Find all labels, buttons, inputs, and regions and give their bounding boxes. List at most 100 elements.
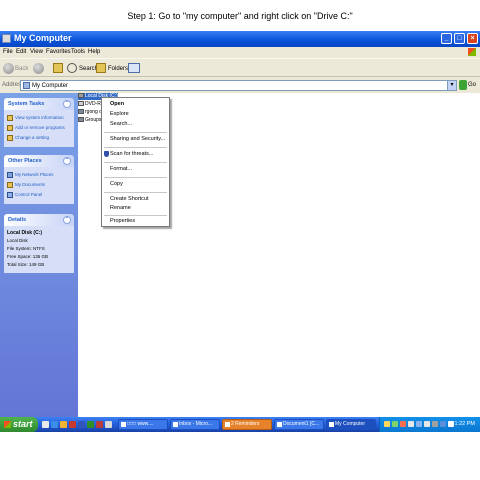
task-label: Inbox - Micro... [179,421,213,427]
taskbar-task-inbox[interactable]: Inbox - Micro... [170,419,220,430]
menu-item-format[interactable]: Format... [110,166,132,172]
tray-icon[interactable] [384,421,390,427]
chevron-down-icon[interactable]: ▾ [447,81,456,90]
instruction-caption: Step 1: Go to "my computer" and right cl… [127,11,353,21]
clock[interactable]: 1:22 PM [455,421,475,427]
tray-icon[interactable] [408,421,414,427]
menu-item-search[interactable]: Search... [110,121,132,127]
collapse-chevron-icon[interactable]: ˆ [63,100,71,108]
maximize-button[interactable]: □ [454,33,465,44]
start-button[interactable]: start [0,417,38,432]
details-drive-name: Local Disk (C:) [7,230,43,236]
network-drive-icon [78,117,84,123]
browser-icon [121,422,126,427]
menu-tools[interactable]: Tools [71,49,85,55]
minimize-button[interactable]: _ [441,33,452,44]
window-titlebar[interactable]: My Computer _ □ × [0,31,480,47]
my-computer-icon [23,82,30,89]
quicklaunch-ie-icon[interactable] [51,421,58,428]
menu-item-explore[interactable]: Explore [110,111,129,117]
menu-item-rename[interactable]: Rename [110,205,131,211]
taskbar-task-my-computer[interactable]: My Computer [326,419,376,430]
control-panel-icon [7,192,13,198]
details-file-system: File System: NTFS [7,246,45,251]
task-label: 2 Reminders [231,421,260,427]
place-my-documents[interactable]: My Documents [7,180,71,190]
drive-label: Groups [85,117,102,123]
place-control-panel[interactable]: Control Panel [7,190,71,200]
menu-item-sharing-security[interactable]: Sharing and Security... [110,136,165,142]
menu-separator [104,192,167,193]
task-label: Change a setting [15,135,50,140]
folders-icon[interactable] [96,63,106,73]
start-label: start [13,419,33,429]
details-header[interactable]: Details ˆ [4,214,74,226]
system-tasks-header[interactable]: System Tasks ˆ [4,98,74,110]
tray-icon[interactable] [400,421,406,427]
menu-help[interactable]: Help [88,49,100,55]
system-tasks-panel: System Tasks ˆ View system information A… [4,98,74,147]
menu-item-properties[interactable]: Properties [110,218,135,224]
menu-edit[interactable]: Edit [16,49,26,55]
search-icon[interactable] [67,63,77,73]
task-label: Add or remove programs [15,125,65,130]
quicklaunch-powerpoint-icon[interactable] [96,421,103,428]
tray-icon[interactable] [424,421,430,427]
my-computer-icon [329,422,334,427]
taskbar-task-browser[interactable]: □□□ www.... [118,419,168,430]
details-free-space: Free Space: 135 GB [7,254,49,259]
quicklaunch-excel-icon[interactable] [87,421,94,428]
go-arrow-icon[interactable] [459,80,467,90]
task-change-setting[interactable]: Change a setting [7,133,71,143]
quicklaunch-desktop-icon[interactable] [42,421,49,428]
menu-item-scan-threats[interactable]: Scan for threats... [110,151,153,157]
menu-item-copy[interactable]: Copy [110,181,123,187]
views-icon[interactable] [128,63,140,73]
quicklaunch-word-icon[interactable] [78,421,85,428]
task-view-system-information[interactable]: View system information [7,113,71,123]
menu-favorites[interactable]: Favorites [46,49,71,55]
close-button[interactable]: × [467,33,478,44]
tray-icon[interactable] [416,421,422,427]
control-panel-icon [7,135,13,141]
menu-file[interactable]: File [3,49,13,55]
menu-item-create-shortcut[interactable]: Create Shortcut [110,196,149,202]
back-button-label[interactable]: Back [15,66,28,72]
back-arrow-icon[interactable] [3,63,14,74]
tray-icon[interactable] [392,421,398,427]
task-add-remove-programs[interactable]: Add or remove programs [7,123,71,133]
details-drive-type: Local Disk [7,238,28,243]
details-title: Details [8,217,27,223]
quicklaunch-outlook-icon[interactable] [60,421,67,428]
menu-view[interactable]: View [30,49,43,55]
taskbar-task-document[interactable]: Document1 [C... [274,419,324,430]
place-label: My Network Places [15,172,54,177]
quicklaunch-app-icon[interactable] [69,421,76,428]
menu-separator [104,162,167,163]
system-tray: 1:22 PM [379,417,480,432]
windows-logo-icon [468,48,476,56]
place-my-network-places[interactable]: My Network Places [7,170,71,180]
menu-bar: File Edit View Favorites Tools Help [0,47,480,58]
forward-arrow-icon[interactable] [33,63,44,74]
collapse-chevron-icon[interactable]: ˆ [63,216,71,224]
volume-icon[interactable] [432,421,438,427]
folders-button-label[interactable]: Folders [108,66,128,72]
details-total-size: Total Size: 149 GB [7,262,45,267]
menu-item-open[interactable]: Open [110,101,124,107]
drive-label: rgong o [85,109,102,115]
dvd-drive-icon [78,101,84,107]
task-label: My Computer [335,421,366,427]
tray-icon[interactable] [448,421,454,427]
collapse-chevron-icon[interactable]: ˆ [63,157,71,165]
task-pane: System Tasks ˆ View system information A… [0,93,78,417]
other-places-header[interactable]: Other Places ˆ [4,155,74,167]
address-input[interactable]: My Computer ▾ [20,80,457,91]
taskbar-task-reminders[interactable]: 2 Reminders [222,419,272,430]
network-status-icon[interactable] [440,421,446,427]
up-folder-icon[interactable] [53,63,63,73]
task-label: Document1 [C... [283,421,320,427]
programs-icon [7,125,13,131]
go-button-label[interactable]: Go [468,82,476,88]
quicklaunch-misc-icon[interactable] [105,421,112,428]
